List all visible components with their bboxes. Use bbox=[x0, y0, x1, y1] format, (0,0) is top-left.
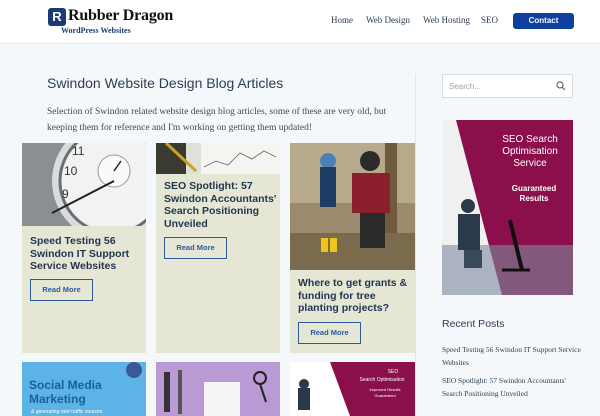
nav-home[interactable]: Home bbox=[331, 15, 353, 25]
card-image-tree-planting[interactable] bbox=[290, 143, 415, 270]
page-title: Swindon Website Design Blog Articles bbox=[47, 75, 284, 91]
image-text: & generating new traffic sources bbox=[31, 409, 103, 415]
card-title[interactable]: SEO Spotlight: 57 Swindon Accountants' S… bbox=[164, 180, 282, 230]
image-text: Marketing bbox=[29, 392, 86, 406]
ad-title: SEO Search Optimisation Service bbox=[502, 134, 558, 169]
page-intro: Selection of Swindon related website des… bbox=[47, 107, 387, 133]
image-text: Guaranteed bbox=[374, 393, 395, 398]
svg-text:9: 9 bbox=[62, 187, 69, 201]
card-title[interactable]: Speed Testing 56 Swindon IT Support Serv… bbox=[30, 235, 148, 273]
recent-posts-heading: Recent Posts bbox=[442, 318, 505, 330]
site-logo[interactable]: R Rubber Dragon WordPress Websites bbox=[48, 7, 178, 39]
blog-card[interactable]: SEO Search Optimisation Improved Results… bbox=[290, 362, 415, 416]
stationery-image bbox=[156, 362, 280, 416]
social-media-image: Social Media Marketing & generating new … bbox=[22, 362, 146, 416]
stopwatch-image: 10 11 9 bbox=[22, 143, 146, 226]
svg-text:10: 10 bbox=[64, 164, 78, 178]
read-more-button[interactable]: Read More bbox=[30, 279, 93, 301]
dragon-logo-icon: R bbox=[48, 8, 66, 26]
image-text: Social Media bbox=[29, 378, 102, 392]
blog-card: Where to get grants & funding for tree p… bbox=[290, 143, 415, 353]
blog-card[interactable] bbox=[156, 362, 280, 416]
nav-seo[interactable]: SEO bbox=[481, 15, 498, 25]
recent-post-link[interactable]: Speed Testing 56 Swindon IT Support Serv… bbox=[442, 343, 582, 369]
blog-card: 10 11 9 Speed Testing 56 Swindon IT Supp… bbox=[22, 143, 146, 353]
recent-post-link[interactable]: SEO Spotlight: 57 Swindon Accountants' S… bbox=[442, 374, 582, 400]
ad-subtitle: Guaranteed Results bbox=[511, 184, 557, 203]
search-icon[interactable] bbox=[556, 81, 566, 91]
main-content: Swindon Website Design Blog Articles Sel… bbox=[0, 44, 600, 416]
image-text: SEO bbox=[388, 369, 399, 375]
card-image-stopwatch[interactable]: 10 11 9 bbox=[22, 143, 146, 226]
contact-button[interactable]: Contact bbox=[513, 13, 574, 29]
image-text: Search Optimisation bbox=[359, 377, 404, 383]
logo-title: Rubber Dragon bbox=[68, 7, 174, 24]
seo-ad-banner[interactable]: SEO Search Optimisation Service Guarante… bbox=[442, 120, 573, 295]
blog-card: SEO Spotlight: 57 Swindon Accountants' S… bbox=[156, 143, 280, 353]
blog-card[interactable]: Social Media Marketing & generating new … bbox=[22, 362, 146, 416]
tree-planting-image bbox=[290, 143, 415, 270]
read-more-button[interactable]: Read More bbox=[298, 322, 361, 344]
nav-web-design[interactable]: Web Design bbox=[366, 15, 410, 25]
nav-web-hosting[interactable]: Web Hosting bbox=[423, 15, 470, 25]
card-image-desk[interactable] bbox=[156, 143, 280, 174]
card-title[interactable]: Where to get grants & funding for tree p… bbox=[298, 277, 416, 315]
image-text: Improved Results bbox=[369, 387, 400, 392]
site-header: R Rubber Dragon WordPress Websites Home … bbox=[0, 0, 600, 44]
search-placeholder: Search... bbox=[449, 82, 482, 91]
read-more-button[interactable]: Read More bbox=[164, 237, 227, 259]
desk-chart-image bbox=[156, 143, 280, 174]
logo-subtitle: WordPress Websites bbox=[61, 26, 131, 35]
column-divider bbox=[415, 74, 416, 416]
svg-text:11: 11 bbox=[72, 144, 85, 158]
seo-promo-image: SEO Search Optimisation Improved Results… bbox=[290, 362, 415, 416]
search-field[interactable]: Search... bbox=[442, 74, 573, 98]
